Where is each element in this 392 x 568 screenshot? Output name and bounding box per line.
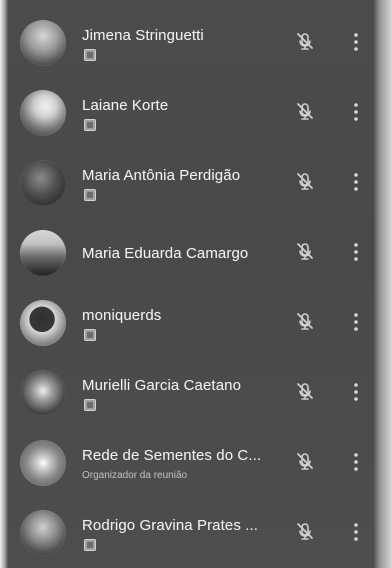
participant-row-1[interactable]: Jimena Stringuetti	[0, 6, 392, 78]
more-vertical-icon[interactable]	[350, 380, 362, 404]
participant-avatar	[20, 20, 66, 66]
muted-mic-icon	[297, 313, 313, 330]
muted-mic-icon	[297, 383, 313, 400]
more-vertical-icon[interactable]	[350, 450, 362, 474]
more-vertical-icon[interactable]	[350, 240, 362, 264]
device-icon	[84, 49, 96, 61]
participant-avatar	[20, 510, 66, 556]
participant-row-7[interactable]: Rede de Sementes do C... Organizador da …	[0, 426, 392, 498]
participant-name: Maria Antônia Perdigão	[82, 167, 241, 184]
participant-row-6[interactable]: Murielli Garcia Caetano	[0, 356, 392, 428]
participant-row-5[interactable]: moniquerds	[0, 286, 392, 358]
participant-name: Murielli Garcia Caetano	[82, 377, 242, 394]
more-vertical-icon[interactable]	[350, 520, 362, 544]
organization-avatar	[20, 440, 66, 486]
participant-avatar	[20, 90, 66, 136]
participant-name: Maria Eduarda Camargo	[82, 245, 249, 262]
device-icon	[84, 539, 96, 551]
participant-row-4[interactable]: Maria Eduarda Camargo	[0, 216, 392, 288]
participant-name: Laiane Korte	[82, 97, 169, 114]
device-icon	[84, 329, 96, 341]
participant-row-3[interactable]: Maria Antônia Perdigão	[0, 146, 392, 218]
muted-mic-icon	[297, 243, 313, 260]
muted-mic-icon	[297, 33, 313, 50]
more-vertical-icon[interactable]	[350, 30, 362, 54]
participant-row-2[interactable]: Laiane Korte	[0, 76, 392, 148]
participant-list: Jimena Stringuetti Laiane Korte Maria An…	[0, 0, 392, 568]
device-icon	[84, 399, 96, 411]
muted-mic-icon	[297, 173, 313, 190]
participant-name: Rodrigo Gravina Prates ...	[82, 517, 259, 534]
participant-name: Jimena Stringuetti	[82, 27, 204, 44]
participant-name: moniquerds	[82, 307, 162, 324]
participant-role: Organizador da reunião	[82, 470, 188, 481]
participant-avatar	[20, 300, 66, 346]
more-vertical-icon[interactable]	[350, 170, 362, 194]
participants-panel: Jimena Stringuetti Laiane Korte Maria An…	[0, 0, 392, 568]
muted-mic-icon	[297, 453, 313, 470]
more-vertical-icon[interactable]	[350, 100, 362, 124]
participant-name: Rede de Sementes do C...	[82, 447, 262, 464]
participant-row-8[interactable]: Rodrigo Gravina Prates ...	[0, 496, 392, 568]
device-icon	[84, 189, 96, 201]
more-vertical-icon[interactable]	[350, 310, 362, 334]
participant-avatar	[20, 370, 66, 416]
muted-mic-icon	[297, 103, 313, 120]
muted-mic-icon	[297, 523, 313, 540]
device-icon	[84, 119, 96, 131]
participant-avatar	[20, 160, 66, 206]
participant-avatar	[20, 230, 66, 276]
